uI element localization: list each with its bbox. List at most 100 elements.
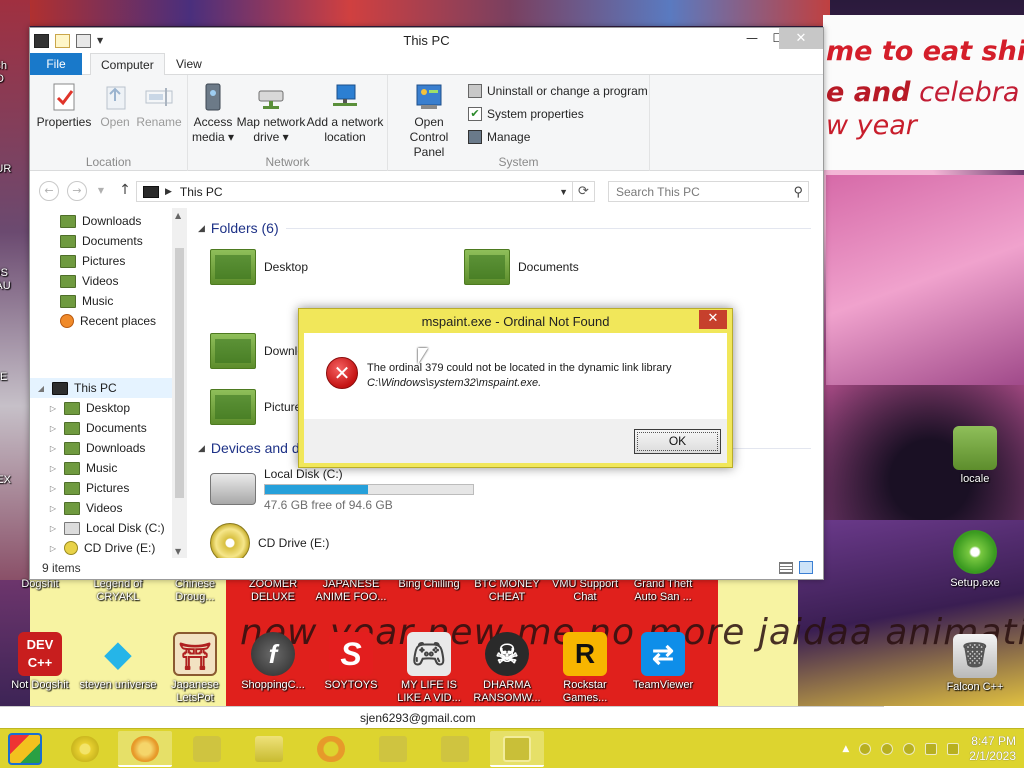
taskbar-app-file-explorer[interactable]: [242, 731, 296, 767]
ok-button[interactable]: OK: [634, 429, 721, 454]
tray-app-icon[interactable]: [881, 743, 894, 755]
desktop-icon-partial-3[interactable]: OSLAU: [0, 267, 30, 293]
collapsed-chevron-icon[interactable]: ▷: [48, 464, 58, 473]
scroll-up-arrow-icon[interactable]: ▲: [175, 211, 181, 220]
nav-pane-scrollbar[interactable]: ▲ ▼: [172, 208, 187, 558]
desktop-icon-steven-universe[interactable]: ◆ steven universe: [78, 632, 158, 692]
details-view-icon[interactable]: [779, 562, 793, 574]
collapsed-chevron-icon[interactable]: ▷: [48, 444, 58, 453]
desktop-icon-setup-exe[interactable]: Setup.exe: [935, 530, 1015, 590]
folders-section-header[interactable]: ◢ Folders (6): [198, 218, 279, 238]
tab-view[interactable]: View: [166, 53, 212, 75]
collapsed-chevron-icon[interactable]: ▷: [48, 504, 58, 513]
desktop-icon-my-life-is-like-a-vid[interactable]: 🎮︎ MY LIFE IS LIKE A VID...: [389, 632, 469, 705]
properties-button[interactable]: Properties: [36, 81, 92, 130]
collapsed-chevron-icon[interactable]: ▷: [48, 524, 58, 533]
minimize-button[interactable]: —: [739, 28, 765, 49]
tray-app-icon[interactable]: [903, 743, 916, 755]
nav-item-downloads[interactable]: Downloads: [44, 211, 141, 231]
start-button[interactable]: [8, 733, 42, 765]
collapse-chevron-icon[interactable]: ◢: [198, 223, 205, 234]
close-button[interactable]: ✕: [779, 28, 823, 49]
tab-file[interactable]: File: [30, 53, 82, 75]
nav-item-pictures[interactable]: Pictures: [44, 251, 125, 271]
desktop-icon-shoppingc[interactable]: f ShoppingC...: [233, 632, 313, 692]
taskbar-app-opera[interactable]: [304, 731, 358, 767]
tiles-view-icon[interactable]: [799, 561, 813, 574]
taskbar-app-window-1[interactable]: [366, 731, 420, 767]
breadcrumb-chevron-icon[interactable]: ▶: [165, 186, 172, 197]
collapsed-chevron-icon[interactable]: ▷: [48, 404, 58, 413]
volume-icon[interactable]: [947, 743, 960, 755]
taskbar-clock[interactable]: 8:47 PM 2/1/2023: [969, 734, 1016, 764]
expanded-chevron-icon[interactable]: ◢: [36, 384, 46, 393]
desktop-icon-gta-san[interactable]: Grand Theft Auto San ...: [623, 578, 703, 604]
folder-tile-desktop[interactable]: Desktop: [210, 244, 308, 290]
add-network-location-button[interactable]: Add a network location: [306, 81, 384, 145]
folder-tile-pictures[interactable]: Pictures: [210, 384, 307, 430]
drive-tile-local-disk[interactable]: Local Disk (C:) 47.6 GB free of 94.6 GB: [210, 466, 474, 512]
desktop-icon-btc-money-cheat[interactable]: BTC MONEY CHEAT: [467, 578, 547, 604]
refresh-button[interactable]: ⟳: [573, 181, 595, 202]
desktop-icon-partial-5[interactable]: SEX: [0, 474, 30, 487]
tray-expand-chevron-icon[interactable]: ▲: [842, 744, 849, 754]
desktop-icon-japanese-anime-foo[interactable]: JAPANESE ANIME FOO...: [311, 578, 391, 604]
access-media-button[interactable]: Access media ▾: [190, 81, 236, 145]
nav-item-documents[interactable]: Documents: [44, 231, 143, 251]
desktop-icon-falcon-cpp[interactable]: 🗑︎ Falcon C++: [935, 634, 1015, 694]
nav-item-recent-places[interactable]: Recent places: [44, 311, 156, 331]
taskbar-app-window-2[interactable]: [428, 731, 482, 767]
desktop-icon-legend-of-cryakl[interactable]: Legend of CRYAKL: [78, 578, 158, 604]
file-explorer-window[interactable]: ▼ This PC — ☐ ✕ File Computer View ⌄ ? P…: [29, 27, 824, 580]
explorer-titlebar[interactable]: ▼ This PC — ☐ ✕: [30, 28, 823, 53]
desktop-icon-dharma-ransomw[interactable]: ☠ DHARMA RANSOMW...: [467, 632, 547, 705]
back-button[interactable]: ←: [39, 181, 59, 201]
scroll-down-arrow-icon[interactable]: ▼: [175, 547, 181, 556]
nav-item-pc-documents[interactable]: ▷ Documents: [48, 418, 147, 438]
dialog-close-button[interactable]: ✕: [699, 310, 727, 329]
desktop-icon-partial-1[interactable]: ChD: [0, 60, 30, 86]
nav-item-desktop[interactable]: ▷ Desktop: [48, 398, 130, 418]
open-control-panel-button[interactable]: Open Control Panel: [394, 81, 464, 160]
network-icon[interactable]: [925, 743, 938, 755]
desktop-icon-partial-2[interactable]: FUR: [0, 163, 30, 176]
desktop-icon-vmu-support-chat[interactable]: VMU Support Chat: [545, 578, 625, 604]
desktop-icon-rockstar-games[interactable]: R Rockstar Games...: [545, 632, 625, 705]
navigation-pane[interactable]: Downloads Documents Pictures Videos Musi…: [30, 208, 186, 558]
collapse-chevron-icon[interactable]: ◢: [198, 443, 205, 454]
uninstall-program-button[interactable]: Uninstall or change a program: [468, 81, 648, 101]
desktop-icon-partial-4[interactable]: BE: [0, 371, 30, 384]
desktop-icon-teamviewer[interactable]: ⇄ TeamViewer: [623, 632, 703, 692]
nav-item-pc-pictures[interactable]: ▷ Pictures: [48, 478, 129, 498]
address-input[interactable]: ▶ This PC ▼: [136, 181, 573, 202]
forward-button[interactable]: →: [67, 181, 87, 201]
folder-tile-documents[interactable]: Documents: [464, 244, 579, 290]
drive-tile-cd[interactable]: CD Drive (E:): [210, 520, 329, 558]
desktop-icon-japanese-letspot[interactable]: ⛩ Japanese LetsPot: [155, 632, 235, 705]
nav-item-cd-drive[interactable]: ▷ CD Drive (E:): [48, 538, 155, 558]
nav-item-pc-videos[interactable]: ▷ Videos: [48, 498, 123, 518]
manage-button[interactable]: Manage: [468, 127, 530, 147]
tab-computer[interactable]: Computer: [90, 53, 165, 76]
desktop-icon-zoomer-deluxe[interactable]: ZOOMER DELUXE: [233, 578, 313, 604]
collapsed-chevron-icon[interactable]: ▷: [48, 424, 58, 433]
taskbar-app-chrome[interactable]: [58, 731, 112, 767]
up-arrow-icon[interactable]: ↑: [115, 181, 135, 201]
nav-item-pc-downloads[interactable]: ▷ Downloads: [48, 438, 145, 458]
desktop-icon-soytoys[interactable]: S SOYTOYS: [311, 632, 391, 692]
nav-item-music[interactable]: Music: [44, 291, 113, 311]
collapsed-chevron-icon[interactable]: ▷: [48, 484, 58, 493]
rename-button[interactable]: Rename: [136, 81, 182, 130]
scrollbar-thumb[interactable]: [175, 248, 184, 498]
desktop-icon-locale[interactable]: locale: [935, 426, 1015, 486]
nav-item-local-disk[interactable]: ▷ Local Disk (C:): [48, 518, 165, 538]
nav-item-pc-music[interactable]: ▷ Music: [48, 458, 117, 478]
desktop-icon-not-dogshit[interactable]: DEV C++ Not Dogshit: [0, 632, 80, 692]
taskbar-app-explorer-active[interactable]: [490, 731, 544, 767]
recent-locations-chevron-icon[interactable]: ▼: [96, 182, 106, 202]
desktop-icon-chinese-droug[interactable]: Chinese Droug...: [155, 578, 235, 604]
tray-app-icon[interactable]: [859, 743, 872, 755]
map-network-drive-button[interactable]: Map network drive ▾: [236, 81, 306, 145]
open-button[interactable]: Open: [96, 81, 134, 130]
address-dropdown-icon[interactable]: ▼: [559, 187, 568, 197]
